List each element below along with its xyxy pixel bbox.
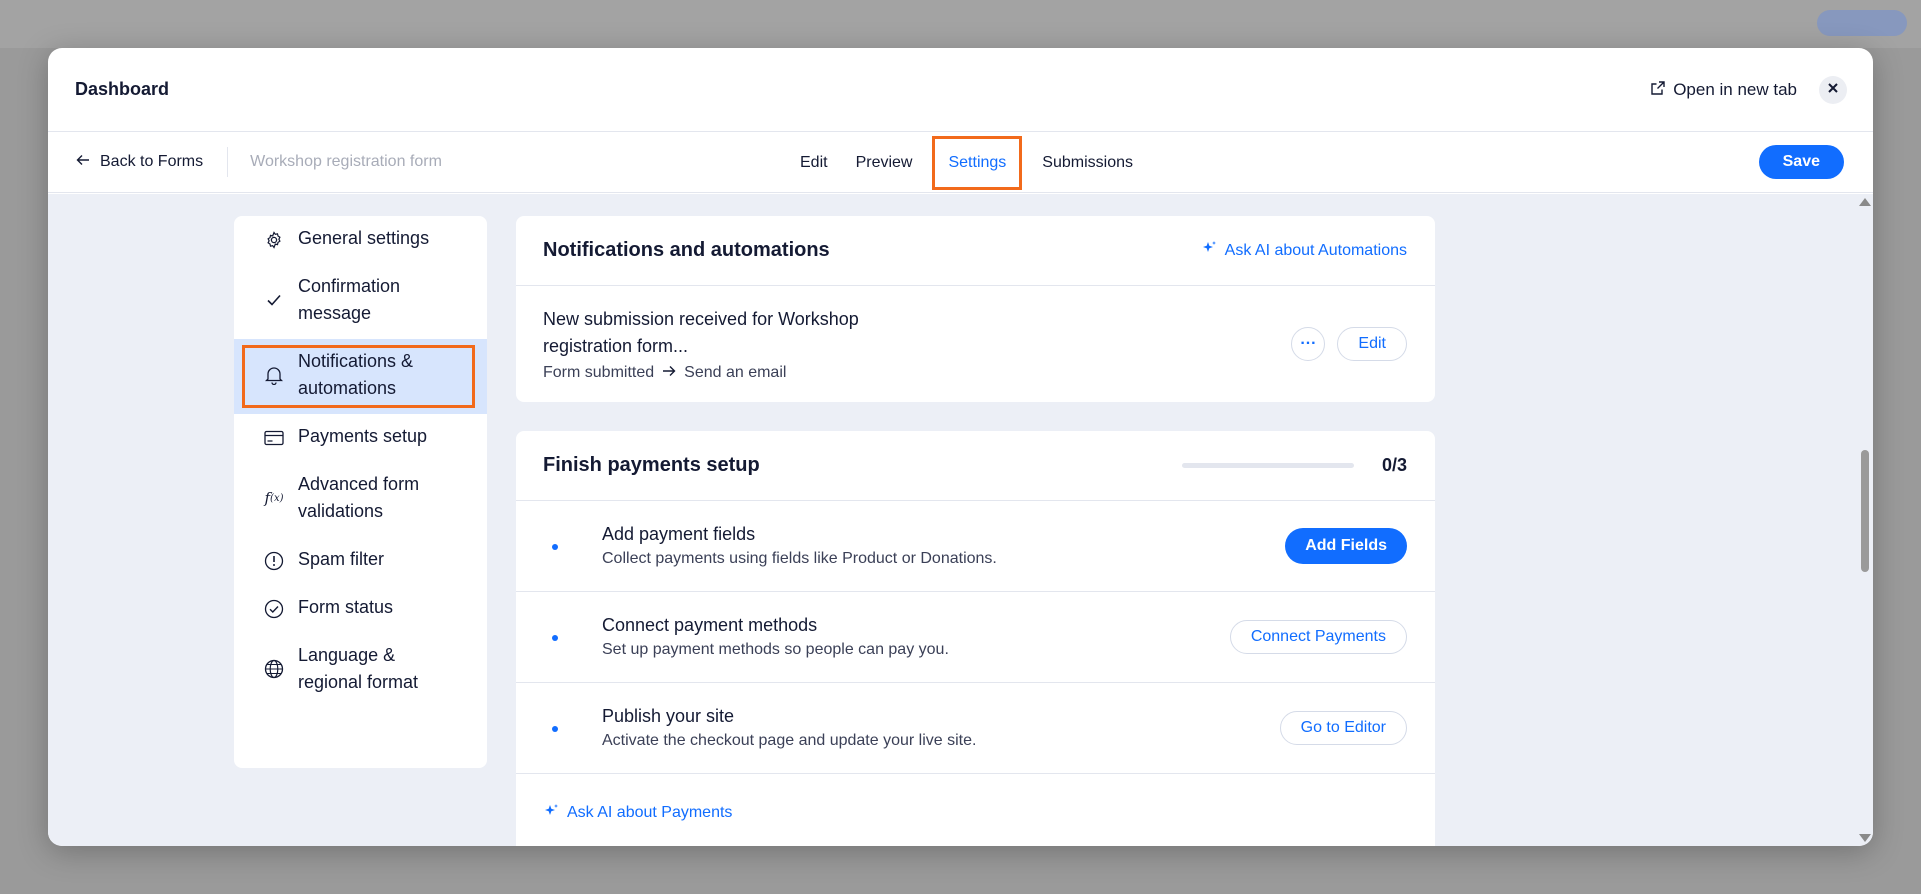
sidebar-item-notifications-automations[interactable]: Notifications & automations [234,339,487,414]
step-description: Collect payments using fields like Produ… [602,550,997,567]
tab-submissions[interactable]: Submissions [1028,136,1147,190]
notifications-card: Notifications and automations Ask AI abo… [516,216,1435,402]
step-description: Set up payment methods so people can pay… [602,641,949,658]
step-text: Add payment fields Collect payments usin… [602,524,1285,568]
arrow-right-icon [662,364,676,382]
bell-icon [264,365,284,385]
more-actions-button[interactable]: ··· [1291,327,1326,361]
form-tabs: Edit Preview Settings Submissions [786,132,1147,193]
sparkle-icon [1201,240,1217,261]
step-text: Publish your site Activate the checkout … [602,706,1280,750]
open-in-new-tab-label: Open in new tab [1673,79,1797,99]
external-link-icon [1651,80,1665,100]
edit-automation-button[interactable]: Edit [1337,327,1407,361]
automation-row: New submission received for Workshop reg… [516,286,1435,402]
automation-title: New submission received for Workshop reg… [543,309,859,356]
ask-ai-payments-link[interactable]: Ask AI about Payments [543,803,732,824]
sidebar-item-label: Spam filter [298,549,385,569]
arrow-left-icon [76,153,90,171]
go-to-editor-button[interactable]: Go to Editor [1279,711,1407,745]
scroll-up-arrow-icon[interactable] [1859,198,1871,206]
scrollbar-thumb[interactable] [1861,450,1869,572]
tab-settings[interactable]: Settings [932,135,1023,190]
back-to-forms-label: Back to Forms [100,153,204,170]
payments-card: Finish payments setup 0/3 Add payment fi… [516,431,1435,846]
step-title: Connect payment methods [602,615,818,635]
settings-sidebar: General settings Confirmation message No… [234,216,487,768]
automation-actions: ··· Edit [1291,327,1407,361]
connect-payments-button[interactable]: Connect Payments [1229,620,1407,654]
tab-edit[interactable]: Edit [786,136,842,190]
payments-progress: 0/3 [1181,455,1407,476]
sidebar-item-confirmation-message[interactable]: Confirmation message [234,264,487,339]
payments-card-title: Finish payments setup [543,454,760,476]
background-button [1817,10,1907,36]
sidebar-item-payments-setup[interactable]: Payments setup [234,414,487,462]
credit-card-icon [264,428,284,448]
step-text: Connect payment methods Set up payment m… [602,615,1230,659]
save-button[interactable]: Save [1758,145,1844,179]
notifications-card-header: Notifications and automations Ask AI abo… [516,216,1435,286]
ask-ai-automations-label: Ask AI about Automations [1224,241,1407,259]
progress-count: 0/3 [1381,455,1407,475]
close-icon [1827,81,1839,99]
sidebar-item-advanced-form-validations[interactable]: f (x) Advanced form validations [234,462,487,537]
settings-content: General settings Confirmation message No… [48,194,1873,846]
background-topbar [0,0,1921,48]
sidebar-item-label: General settings [298,228,430,248]
sidebar-item-form-status[interactable]: Form status [234,585,487,633]
step-description: Activate the checkout page and update yo… [602,732,977,749]
sidebar-item-general-settings[interactable]: General settings [234,216,487,264]
step-title: Add payment fields [602,524,756,544]
notifications-card-title: Notifications and automations [543,239,830,261]
tab-preview[interactable]: Preview [842,136,927,190]
step-connect-payment-methods: Connect payment methods Set up payment m… [516,592,1435,683]
automation-info: New submission received for Workshop reg… [543,306,903,382]
progress-bar [1181,463,1354,468]
gear-icon [264,230,284,250]
step-bullet [552,544,558,550]
sidebar-item-label: Language & regional format [298,645,419,692]
function-icon: f (x) [264,489,284,507]
globe-icon [264,659,284,679]
modal-title: Dashboard [75,79,170,99]
check-circle-icon [264,599,284,619]
sidebar-item-label: Payments setup [298,426,428,446]
ellipsis-icon: ··· [1300,335,1317,352]
add-fields-button[interactable]: Add Fields [1285,528,1407,564]
payments-card-footer: Ask AI about Payments [516,774,1435,846]
toolbar-divider [227,147,229,177]
payments-card-header: Finish payments setup 0/3 [516,431,1435,501]
close-button[interactable] [1819,75,1847,104]
back-to-forms-link[interactable]: Back to Forms [76,153,203,171]
sidebar-item-label: Notifications & automations [298,351,414,398]
header-actions: Open in new tab [1651,75,1847,104]
step-add-payment-fields: Add payment fields Collect payments usin… [516,501,1435,592]
form-name: Workshop registration form [250,153,442,170]
automation-trigger: Form submitted [543,364,655,381]
dashboard-modal: Dashboard Open in new tab Back to Forms … [48,48,1873,846]
step-bullet [552,635,558,641]
step-title: Publish your site [602,706,735,726]
automation-action: Send an email [684,364,787,381]
check-icon [264,290,284,310]
ask-ai-automations-link[interactable]: Ask AI about Automations [1201,240,1407,261]
scroll-down-arrow-icon[interactable] [1859,834,1871,842]
exclamation-circle-icon [264,551,284,571]
form-toolbar: Back to Forms Workshop registration form… [48,132,1873,193]
content-scrollbar[interactable] [1855,194,1873,846]
sparkle-icon [543,803,559,824]
sidebar-item-label: Advanced form validations [298,474,420,521]
ask-ai-payments-label: Ask AI about Payments [567,804,733,821]
automation-summary: Form submitted Send an email [543,364,903,382]
sidebar-item-language-regional-format[interactable]: Language & regional format [234,633,487,708]
step-publish-site: Publish your site Activate the checkout … [516,683,1435,774]
sidebar-item-spam-filter[interactable]: Spam filter [234,537,487,585]
modal-header: Dashboard Open in new tab [48,48,1873,132]
step-bullet [552,726,558,732]
sidebar-item-label: Form status [298,597,394,617]
open-in-new-tab-link[interactable]: Open in new tab [1651,80,1797,100]
sidebar-item-label: Confirmation message [298,276,401,323]
